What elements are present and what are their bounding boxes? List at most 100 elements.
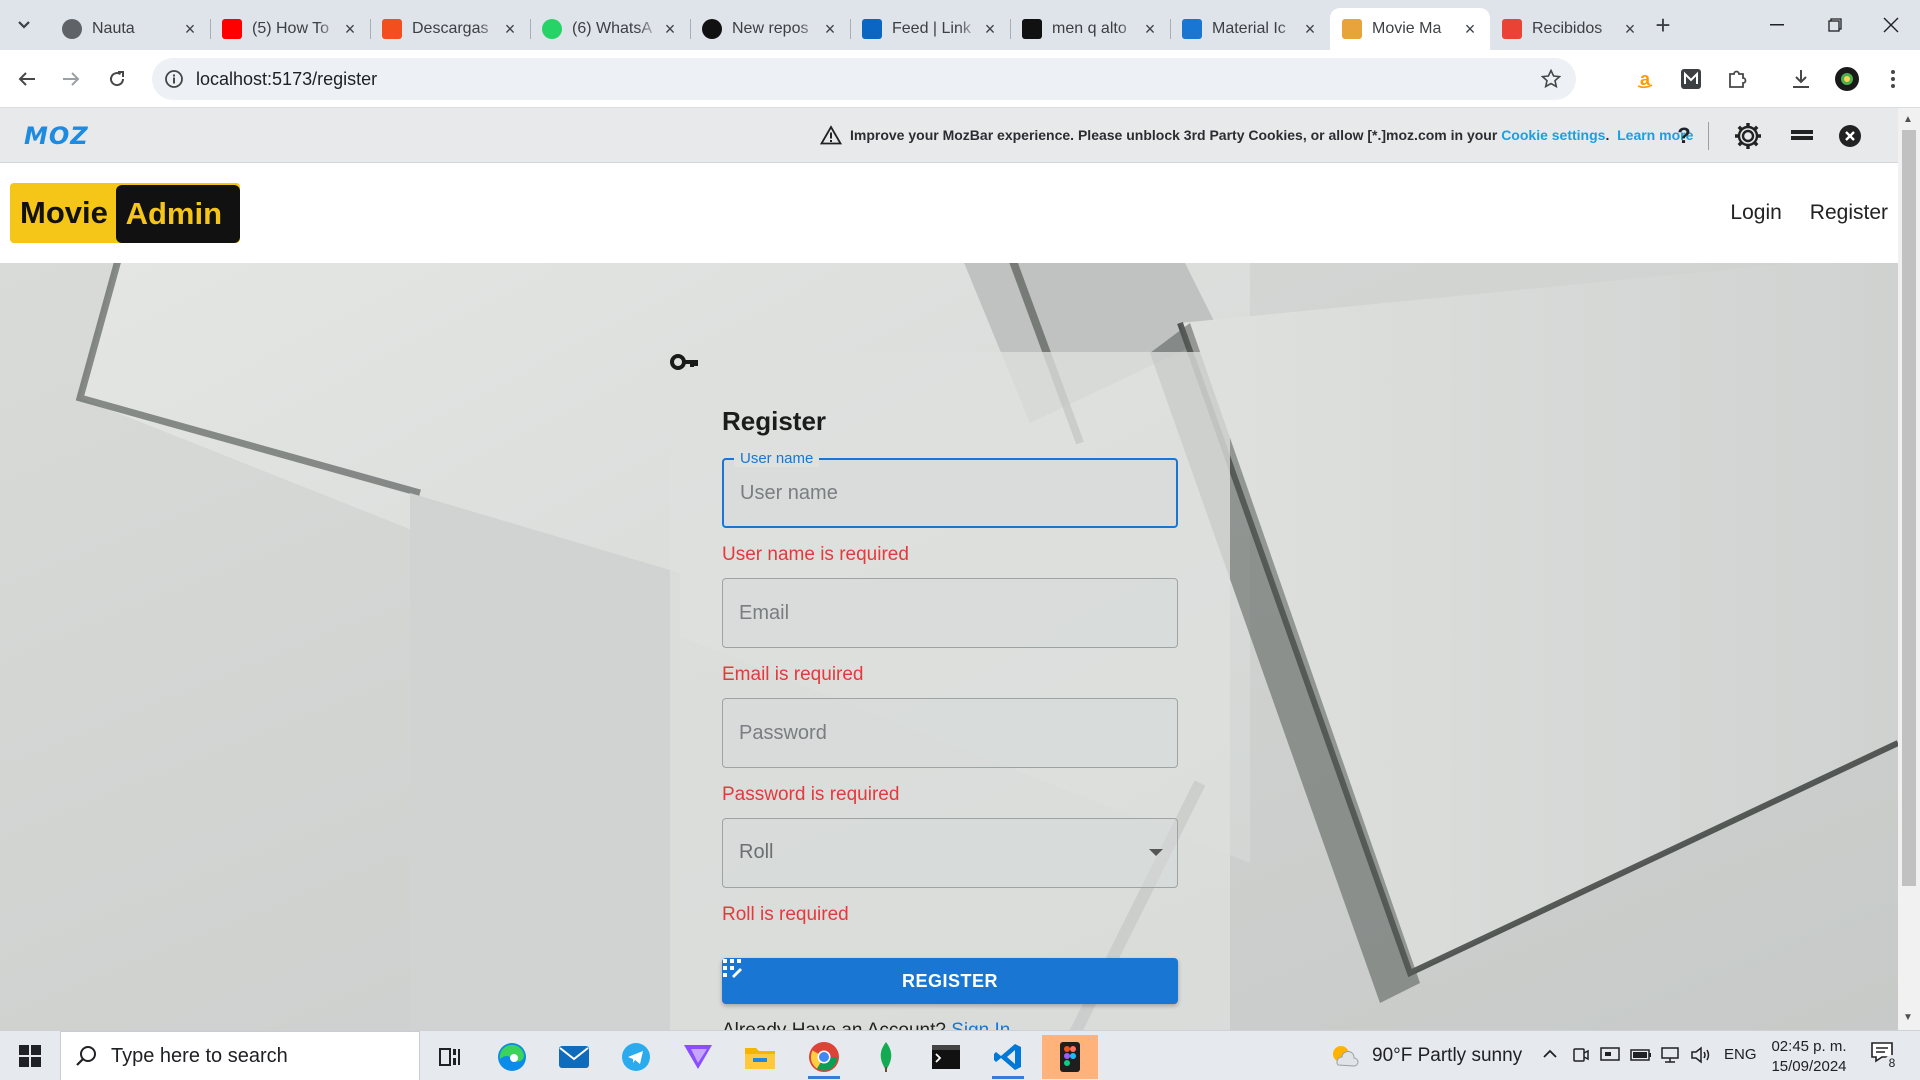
browser-tab[interactable]: (6) WhatsA ×	[530, 8, 690, 50]
telegram-icon[interactable]	[608, 1035, 664, 1079]
taskbar-clock[interactable]: 02:45 p. m. 15/09/2024	[1764, 1037, 1854, 1077]
address-bar[interactable]: localhost:5173/register	[152, 58, 1576, 100]
close-tab-icon[interactable]: ×	[1140, 19, 1160, 39]
p-icon	[1022, 19, 1042, 39]
terminal-icon[interactable]	[918, 1035, 974, 1079]
task-view-icon[interactable]	[422, 1035, 478, 1079]
key-icon	[670, 354, 698, 370]
browser-tab-title: Feed | Link	[892, 20, 971, 37]
meet-now-icon[interactable]	[1572, 1046, 1590, 1064]
restore-button[interactable]	[1806, 0, 1864, 50]
signin-link[interactable]: Sign In	[951, 1020, 1010, 1030]
battery-icon[interactable]	[1630, 1047, 1652, 1063]
edge-browser-icon[interactable]	[484, 1035, 540, 1079]
network-icon[interactable]	[1660, 1046, 1682, 1064]
browser-tab-title: Material Ic	[1212, 20, 1286, 37]
roll-select[interactable]: Roll	[722, 818, 1178, 888]
browser-tab[interactable]: Feed | Link ×	[850, 8, 1010, 50]
clock-date: 15/09/2024	[1771, 1058, 1847, 1075]
password-field[interactable]	[722, 698, 1178, 768]
browser-tab[interactable]: Movie Ma ×	[1330, 8, 1490, 50]
email-input[interactable]	[723, 579, 1177, 647]
mozbar-message-text: Improve your MozBar experience. Please u…	[850, 127, 1498, 143]
mongodb-icon[interactable]	[858, 1035, 914, 1079]
browser-menu-icon[interactable]	[1878, 64, 1908, 94]
close-tab-icon[interactable]: ×	[660, 19, 680, 39]
app-arrow-icon[interactable]	[670, 1035, 726, 1079]
mozbar-layout-button[interactable]	[1786, 120, 1818, 152]
browser-tab[interactable]: Nauta ×	[50, 8, 210, 50]
file-explorer-icon[interactable]	[732, 1035, 788, 1079]
mozbar-help-button[interactable]: ?	[1668, 120, 1700, 152]
browser-tab[interactable]: Recibidos ×	[1490, 8, 1650, 50]
bookmark-star-icon[interactable]	[1538, 66, 1564, 92]
close-tab-icon[interactable]: ×	[180, 19, 200, 39]
new-tab-button[interactable]: +	[1650, 10, 1676, 40]
volume-icon[interactable]	[1690, 1046, 1712, 1064]
close-tab-icon[interactable]: ×	[1300, 19, 1320, 39]
scroll-up-arrow-icon[interactable]: ▲	[1903, 114, 1913, 125]
mail-icon[interactable]	[546, 1035, 602, 1079]
close-tab-icon[interactable]: ×	[980, 19, 1000, 39]
register-title: Register	[722, 406, 827, 436]
start-button[interactable]	[0, 1031, 60, 1080]
profile-avatar[interactable]	[1832, 64, 1862, 94]
browser-tab[interactable]: New repos ×	[690, 8, 850, 50]
email-field[interactable]	[722, 578, 1178, 648]
browser-tab-title: Nauta	[92, 20, 135, 37]
mozbar-settings-button[interactable]	[1732, 120, 1764, 152]
page-scrollbar[interactable]: ▲ ▼	[1898, 108, 1920, 1030]
mozbar-message: Improve your MozBar experience. Please u…	[820, 125, 1693, 145]
tab-list: Nauta × (5) How To × Descargas × (6) WhatsA × Ne…	[50, 8, 1650, 50]
close-tab-icon[interactable]: ×	[1460, 19, 1480, 39]
vscode-icon[interactable]	[980, 1035, 1036, 1079]
scroll-down-arrow-icon[interactable]: ▼	[1903, 1012, 1913, 1023]
close-tab-icon[interactable]: ×	[340, 19, 360, 39]
browser-tab[interactable]: Descargas ×	[370, 8, 530, 50]
username-field[interactable]: User name	[722, 450, 1178, 528]
github-icon	[702, 19, 722, 39]
chrome-icon[interactable]	[796, 1035, 852, 1079]
mozbar-close-button[interactable]	[1834, 120, 1866, 152]
display-icon[interactable]	[1600, 1046, 1620, 1064]
chevron-up-icon[interactable]	[1542, 1049, 1558, 1059]
password-input[interactable]	[723, 699, 1177, 767]
browser-tab[interactable]: men q alto ×	[1010, 8, 1170, 50]
cookie-settings-link[interactable]: Cookie settings	[1501, 127, 1605, 143]
extensions-puzzle-icon[interactable]	[1722, 64, 1752, 94]
scrollbar-thumb[interactable]	[1902, 130, 1916, 886]
register-button[interactable]: REGISTER	[722, 958, 1178, 1004]
notifications-button[interactable]: 8	[1870, 1041, 1902, 1071]
minimize-button[interactable]	[1748, 0, 1806, 50]
browser-tab[interactable]: (5) How To ×	[210, 8, 370, 50]
browser-tab-title: men q alto	[1052, 20, 1127, 37]
browser-tab[interactable]: Material Ic ×	[1170, 8, 1330, 50]
close-circle-icon	[1839, 125, 1861, 147]
forward-button[interactable]	[56, 64, 86, 94]
download-icon[interactable]	[1786, 64, 1816, 94]
figma-taskbar-icon[interactable]	[1042, 1035, 1098, 1079]
moz-extension-icon[interactable]	[1676, 64, 1706, 94]
amazon-extension-icon[interactable]: a	[1630, 64, 1660, 94]
brand-logo[interactable]: Movie Admin	[10, 183, 240, 243]
reload-button[interactable]	[102, 64, 132, 94]
site-info-icon[interactable]	[162, 67, 186, 91]
url-text[interactable]: localhost:5173/register	[196, 69, 377, 90]
close-tab-icon[interactable]: ×	[820, 19, 840, 39]
language-indicator[interactable]: ENG	[1724, 1046, 1757, 1063]
close-tab-icon[interactable]: ×	[1620, 19, 1640, 39]
close-tab-icon[interactable]: ×	[500, 19, 520, 39]
weather-text[interactable]: 90°F Partly sunny	[1372, 1045, 1522, 1067]
browser-tab-strip: Nauta × (5) How To × Descargas × (6) WhatsA × Ne…	[0, 0, 1920, 50]
tab-search-button[interactable]	[10, 12, 38, 38]
back-button[interactable]	[12, 64, 42, 94]
nav-login-link[interactable]: Login	[1730, 201, 1781, 225]
username-error: User name is required	[722, 544, 909, 565]
clock-time: 02:45 p. m.	[1771, 1038, 1847, 1055]
close-window-button[interactable]	[1862, 0, 1920, 50]
username-input[interactable]	[724, 460, 1176, 526]
taskbar-search-placeholder: Type here to search	[111, 1044, 288, 1067]
weather-icon[interactable]	[1330, 1043, 1360, 1069]
nav-register-link[interactable]: Register	[1810, 201, 1888, 225]
taskbar-search-box[interactable]: Type here to search	[60, 1031, 420, 1080]
